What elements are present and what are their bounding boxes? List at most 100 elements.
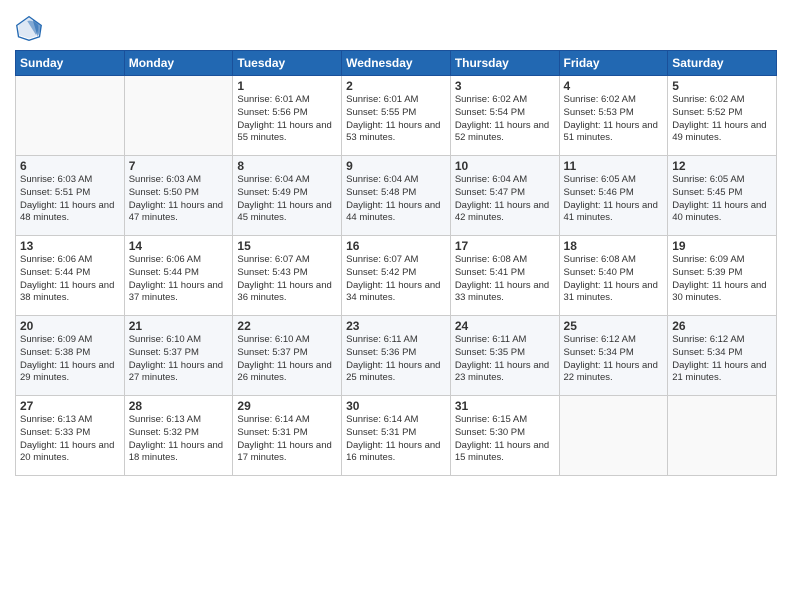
calendar-cell: [559, 396, 668, 476]
day-info: Sunrise: 6:01 AM Sunset: 5:56 PM Dayligh…: [237, 94, 337, 145]
calendar-cell: 1Sunrise: 6:01 AM Sunset: 5:56 PM Daylig…: [233, 76, 342, 156]
calendar-cell: 11Sunrise: 6:05 AM Sunset: 5:46 PM Dayli…: [559, 156, 668, 236]
header: [15, 10, 777, 42]
day-number: 1: [237, 79, 337, 93]
day-number: 15: [237, 239, 337, 253]
header-tuesday: Tuesday: [233, 51, 342, 76]
calendar-cell: 3Sunrise: 6:02 AM Sunset: 5:54 PM Daylig…: [450, 76, 559, 156]
day-info: Sunrise: 6:06 AM Sunset: 5:44 PM Dayligh…: [20, 254, 120, 305]
day-info: Sunrise: 6:11 AM Sunset: 5:36 PM Dayligh…: [346, 334, 446, 385]
calendar-week-row: 13Sunrise: 6:06 AM Sunset: 5:44 PM Dayli…: [16, 236, 777, 316]
day-info: Sunrise: 6:09 AM Sunset: 5:38 PM Dayligh…: [20, 334, 120, 385]
calendar-week-row: 20Sunrise: 6:09 AM Sunset: 5:38 PM Dayli…: [16, 316, 777, 396]
day-number: 27: [20, 399, 120, 413]
calendar-cell: [16, 76, 125, 156]
calendar-cell: 13Sunrise: 6:06 AM Sunset: 5:44 PM Dayli…: [16, 236, 125, 316]
day-number: 22: [237, 319, 337, 333]
calendar-cell: [668, 396, 777, 476]
header-wednesday: Wednesday: [342, 51, 451, 76]
day-info: Sunrise: 6:07 AM Sunset: 5:43 PM Dayligh…: [237, 254, 337, 305]
day-number: 13: [20, 239, 120, 253]
day-info: Sunrise: 6:04 AM Sunset: 5:47 PM Dayligh…: [455, 174, 555, 225]
day-number: 30: [346, 399, 446, 413]
day-number: 12: [672, 159, 772, 173]
logo-icon: [15, 14, 43, 42]
day-number: 11: [564, 159, 664, 173]
day-info: Sunrise: 6:03 AM Sunset: 5:51 PM Dayligh…: [20, 174, 120, 225]
day-number: 16: [346, 239, 446, 253]
calendar-cell: 17Sunrise: 6:08 AM Sunset: 5:41 PM Dayli…: [450, 236, 559, 316]
calendar-cell: 15Sunrise: 6:07 AM Sunset: 5:43 PM Dayli…: [233, 236, 342, 316]
day-number: 6: [20, 159, 120, 173]
calendar-cell: 16Sunrise: 6:07 AM Sunset: 5:42 PM Dayli…: [342, 236, 451, 316]
calendar-week-row: 6Sunrise: 6:03 AM Sunset: 5:51 PM Daylig…: [16, 156, 777, 236]
day-number: 25: [564, 319, 664, 333]
day-info: Sunrise: 6:12 AM Sunset: 5:34 PM Dayligh…: [564, 334, 664, 385]
day-number: 19: [672, 239, 772, 253]
day-number: 29: [237, 399, 337, 413]
calendar-cell: 8Sunrise: 6:04 AM Sunset: 5:49 PM Daylig…: [233, 156, 342, 236]
day-number: 8: [237, 159, 337, 173]
calendar-cell: 19Sunrise: 6:09 AM Sunset: 5:39 PM Dayli…: [668, 236, 777, 316]
header-friday: Friday: [559, 51, 668, 76]
day-info: Sunrise: 6:10 AM Sunset: 5:37 PM Dayligh…: [237, 334, 337, 385]
calendar-cell: 30Sunrise: 6:14 AM Sunset: 5:31 PM Dayli…: [342, 396, 451, 476]
calendar-cell: 31Sunrise: 6:15 AM Sunset: 5:30 PM Dayli…: [450, 396, 559, 476]
day-number: 4: [564, 79, 664, 93]
day-info: Sunrise: 6:04 AM Sunset: 5:48 PM Dayligh…: [346, 174, 446, 225]
day-info: Sunrise: 6:01 AM Sunset: 5:55 PM Dayligh…: [346, 94, 446, 145]
day-number: 5: [672, 79, 772, 93]
day-number: 24: [455, 319, 555, 333]
day-info: Sunrise: 6:10 AM Sunset: 5:37 PM Dayligh…: [129, 334, 229, 385]
day-number: 10: [455, 159, 555, 173]
day-number: 18: [564, 239, 664, 253]
day-info: Sunrise: 6:08 AM Sunset: 5:40 PM Dayligh…: [564, 254, 664, 305]
day-number: 31: [455, 399, 555, 413]
header-thursday: Thursday: [450, 51, 559, 76]
header-monday: Monday: [124, 51, 233, 76]
day-info: Sunrise: 6:14 AM Sunset: 5:31 PM Dayligh…: [346, 414, 446, 465]
logo: [15, 14, 47, 42]
calendar-cell: [124, 76, 233, 156]
day-number: 23: [346, 319, 446, 333]
calendar-cell: 7Sunrise: 6:03 AM Sunset: 5:50 PM Daylig…: [124, 156, 233, 236]
calendar-table: Sunday Monday Tuesday Wednesday Thursday…: [15, 50, 777, 476]
day-number: 20: [20, 319, 120, 333]
day-info: Sunrise: 6:03 AM Sunset: 5:50 PM Dayligh…: [129, 174, 229, 225]
day-info: Sunrise: 6:06 AM Sunset: 5:44 PM Dayligh…: [129, 254, 229, 305]
calendar-cell: 27Sunrise: 6:13 AM Sunset: 5:33 PM Dayli…: [16, 396, 125, 476]
calendar-week-row: 1Sunrise: 6:01 AM Sunset: 5:56 PM Daylig…: [16, 76, 777, 156]
day-info: Sunrise: 6:05 AM Sunset: 5:46 PM Dayligh…: [564, 174, 664, 225]
calendar-cell: 6Sunrise: 6:03 AM Sunset: 5:51 PM Daylig…: [16, 156, 125, 236]
day-info: Sunrise: 6:07 AM Sunset: 5:42 PM Dayligh…: [346, 254, 446, 305]
day-info: Sunrise: 6:11 AM Sunset: 5:35 PM Dayligh…: [455, 334, 555, 385]
day-info: Sunrise: 6:15 AM Sunset: 5:30 PM Dayligh…: [455, 414, 555, 465]
calendar-cell: 18Sunrise: 6:08 AM Sunset: 5:40 PM Dayli…: [559, 236, 668, 316]
calendar-cell: 25Sunrise: 6:12 AM Sunset: 5:34 PM Dayli…: [559, 316, 668, 396]
day-number: 3: [455, 79, 555, 93]
calendar-cell: 2Sunrise: 6:01 AM Sunset: 5:55 PM Daylig…: [342, 76, 451, 156]
day-info: Sunrise: 6:05 AM Sunset: 5:45 PM Dayligh…: [672, 174, 772, 225]
day-number: 7: [129, 159, 229, 173]
calendar-cell: 21Sunrise: 6:10 AM Sunset: 5:37 PM Dayli…: [124, 316, 233, 396]
day-number: 28: [129, 399, 229, 413]
weekday-header-row: Sunday Monday Tuesday Wednesday Thursday…: [16, 51, 777, 76]
day-number: 2: [346, 79, 446, 93]
page: Sunday Monday Tuesday Wednesday Thursday…: [0, 0, 792, 612]
calendar-cell: 5Sunrise: 6:02 AM Sunset: 5:52 PM Daylig…: [668, 76, 777, 156]
day-info: Sunrise: 6:09 AM Sunset: 5:39 PM Dayligh…: [672, 254, 772, 305]
day-info: Sunrise: 6:02 AM Sunset: 5:54 PM Dayligh…: [455, 94, 555, 145]
calendar-week-row: 27Sunrise: 6:13 AM Sunset: 5:33 PM Dayli…: [16, 396, 777, 476]
day-info: Sunrise: 6:14 AM Sunset: 5:31 PM Dayligh…: [237, 414, 337, 465]
calendar-cell: 26Sunrise: 6:12 AM Sunset: 5:34 PM Dayli…: [668, 316, 777, 396]
day-number: 21: [129, 319, 229, 333]
day-info: Sunrise: 6:13 AM Sunset: 5:33 PM Dayligh…: [20, 414, 120, 465]
calendar-cell: 10Sunrise: 6:04 AM Sunset: 5:47 PM Dayli…: [450, 156, 559, 236]
day-number: 14: [129, 239, 229, 253]
day-number: 9: [346, 159, 446, 173]
day-number: 26: [672, 319, 772, 333]
calendar-cell: 4Sunrise: 6:02 AM Sunset: 5:53 PM Daylig…: [559, 76, 668, 156]
calendar-cell: 24Sunrise: 6:11 AM Sunset: 5:35 PM Dayli…: [450, 316, 559, 396]
day-info: Sunrise: 6:13 AM Sunset: 5:32 PM Dayligh…: [129, 414, 229, 465]
calendar-cell: 23Sunrise: 6:11 AM Sunset: 5:36 PM Dayli…: [342, 316, 451, 396]
